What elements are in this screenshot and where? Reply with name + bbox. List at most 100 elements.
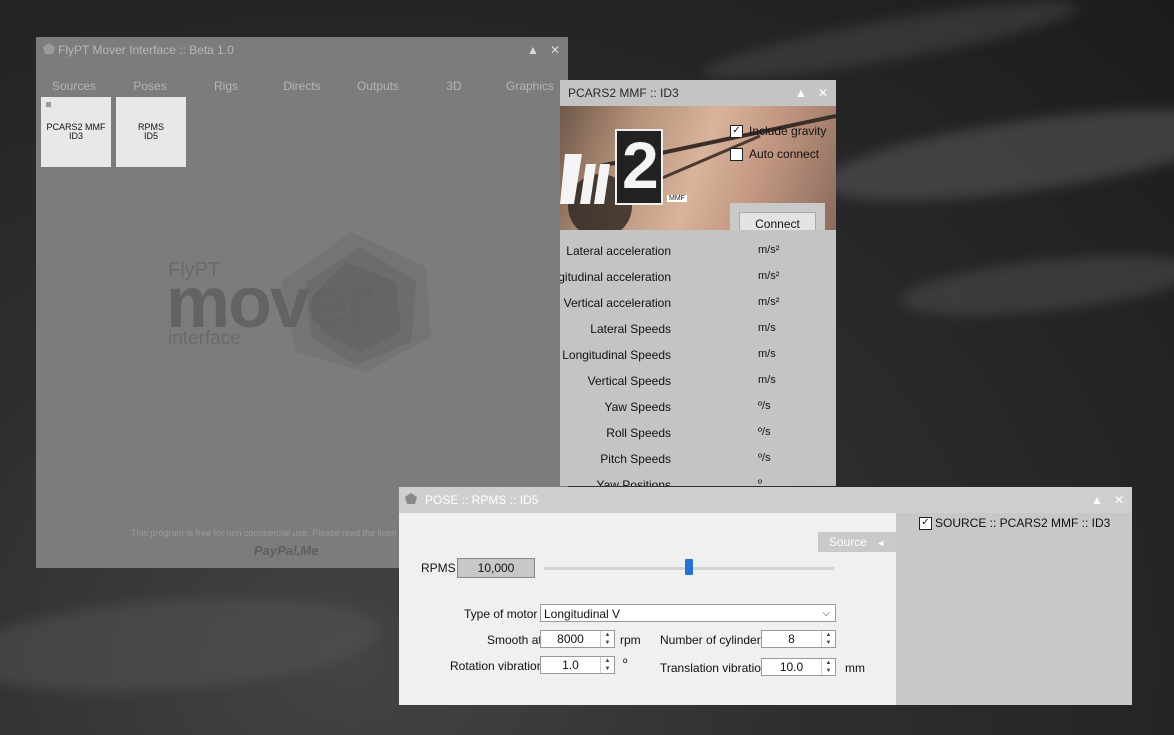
rotation-vibration-label: Rotation vibration [450,659,544,673]
measurement-label: Yaw Positions [596,478,671,486]
measurement-unit: º [758,478,763,486]
smooth-at-stepper[interactable]: 8000 ▲ ▼ [540,630,615,648]
cylinders-value: 8 [788,632,795,646]
measurement-unit: º/s [758,426,771,438]
rpms-label: RPMS [421,561,456,575]
include-gravity-label: Include gravity [749,124,827,138]
chevron-down-icon: ⌵ [822,608,830,619]
source-tile-pcars2[interactable]: PCARS2 MMF ID3 [41,97,111,167]
source-tab-button[interactable]: Source ◄ [818,532,896,552]
pcars-source-window: PCARS2 MMF :: ID3 ▲ ✕ 2 MMF ✓ Include gr… [560,80,836,486]
stepper-buttons: ▲ ▼ [600,631,614,647]
paypal-link[interactable]: PayPal.Me [254,543,318,558]
connect-panel: Connect [730,203,825,230]
maximize-icon[interactable]: ▲ [524,41,542,59]
spin-up-icon[interactable]: ▲ [822,659,835,667]
maximize-icon[interactable]: ▲ [792,84,810,102]
banner-badge: MMF [667,195,687,202]
pose-titlebar[interactable]: POSE :: RPMS :: ID5 ▲ ✕ [399,487,1132,513]
tab-poses[interactable]: Poses [112,79,188,93]
source-item-label: SOURCE :: PCARS2 MMF :: ID3 [935,516,1111,530]
tab-3d[interactable]: 3D [416,79,492,93]
measurement-unit: m/s² [758,270,780,282]
measurement-label: Longitudinal Speeds [562,348,671,362]
pcars-titlebar[interactable]: PCARS2 MMF :: ID3 ▲ ✕ [560,80,836,106]
translation-vibration-stepper[interactable]: 10.0 ▲ ▼ [761,658,836,676]
translation-vibration-value: 10.0 [779,660,804,674]
source-tile-rpms[interactable]: RPMS ID5 [116,97,186,167]
close-icon[interactable]: ✕ [546,41,564,59]
measurement-unit: º/s [758,400,771,412]
connect-button[interactable]: Connect [739,212,816,230]
rpms-value: 10,000 [457,558,535,578]
spin-up-icon[interactable]: ▲ [601,657,614,665]
measurement-row: Yaw Positions º [560,472,836,486]
main-tabs: Sources Poses Rigs Directs Outputs 3D Gr… [36,79,568,93]
stepper-buttons: ▲ ▼ [600,657,614,673]
tab-outputs[interactable]: Outputs [340,79,416,93]
tab-sources[interactable]: Sources [36,79,112,93]
measurement-unit: m/s [758,374,776,386]
stepper-buttons: ▲ ▼ [821,659,835,675]
smooth-at-value: 8000 [557,632,584,646]
auto-connect-label: Auto connect [749,147,820,161]
license-notice: This program is free for non commercial … [131,528,397,538]
pose-window-title: POSE :: RPMS :: ID5 [425,493,539,507]
type-of-motor-select[interactable]: Longitudinal V ⌵ [540,604,836,622]
rotation-vibration-value: 1.0 [562,658,579,672]
rotation-vibration-unit: º [623,656,628,670]
source-pcars2-checkbox[interactable]: ✓ SOURCE :: PCARS2 MMF :: ID3 [919,516,1110,530]
measurement-row: Vertical Speeds m/s [560,368,836,394]
checkbox-box [730,147,743,161]
collapse-left-icon: ◄ [876,538,886,548]
watermark-interface: interface [168,328,241,349]
smooth-at-label: Smooth at [487,633,542,647]
close-icon[interactable]: ✕ [1110,491,1128,509]
rpms-slider-thumb[interactable] [685,559,693,575]
stepper-buttons: ▲ ▼ [821,631,835,647]
tab-graphics[interactable]: Graphics [492,79,568,93]
banner-number: 2 [622,128,659,202]
measurement-unit: º/s [758,452,771,464]
spin-up-icon[interactable]: ▲ [601,631,614,639]
flypt-logo-icon [43,43,55,54]
measurement-label: Roll Speeds [606,426,671,440]
translation-vibration-label: Translation vibration [660,661,768,675]
measurement-row: Longitudinal acceleration m/s² [560,264,836,290]
tile-id: ID5 [143,131,158,141]
spin-down-icon[interactable]: ▼ [822,639,835,647]
checkbox-box: ✓ [919,516,932,530]
measurement-unit: m/s [758,322,776,334]
spin-up-icon[interactable]: ▲ [822,631,835,639]
close-icon[interactable]: ✕ [814,84,832,102]
measurement-label: Lateral acceleration [566,244,671,258]
measurement-label: Lateral Speeds [590,322,671,336]
pcars2-banner-image: 2 MMF ✓ Include gravity Auto connect Con… [560,106,836,230]
pose-settings-panel: Source ◄ RPMS 10,000 Type of motor Longi… [399,513,896,705]
spin-down-icon[interactable]: ▼ [601,639,614,647]
measurement-label: Pitch Speeds [600,452,671,466]
measurement-label: Longitudinal acceleration [560,270,671,284]
measurement-row: Pitch Speeds º/s [560,446,836,472]
cylinders-label: Number of cylinders [660,633,767,647]
pcars-window-title: PCARS2 MMF :: ID3 [568,86,679,100]
tab-directs[interactable]: Directs [264,79,340,93]
cylinders-stepper[interactable]: 8 ▲ ▼ [761,630,836,648]
include-gravity-checkbox[interactable]: ✓ Include gravity [730,124,826,138]
flypt-logo-icon [405,493,417,504]
auto-connect-checkbox[interactable]: Auto connect [730,147,819,161]
measurement-unit: m/s² [758,296,780,308]
type-of-motor-value: Longitudinal V [544,607,621,621]
measurement-label: Vertical Speeds [587,374,671,388]
tab-rigs[interactable]: Rigs [188,79,264,93]
pose-window: POSE :: RPMS :: ID5 ▲ ✕ Source ◄ RPMS 10… [399,487,1132,705]
main-titlebar[interactable]: FlyPT Mover Interface :: Beta 1.0 ▲ ✕ [36,37,568,63]
measurement-label: Yaw Speeds [604,400,672,414]
checkbox-box: ✓ [730,124,743,138]
spin-down-icon[interactable]: ▼ [822,667,835,675]
rotation-vibration-stepper[interactable]: 1.0 ▲ ▼ [540,656,615,674]
tile-status-indicator [46,102,51,107]
measurement-label: Vertical acceleration [563,296,671,310]
spin-down-icon[interactable]: ▼ [601,665,614,673]
maximize-icon[interactable]: ▲ [1088,491,1106,509]
